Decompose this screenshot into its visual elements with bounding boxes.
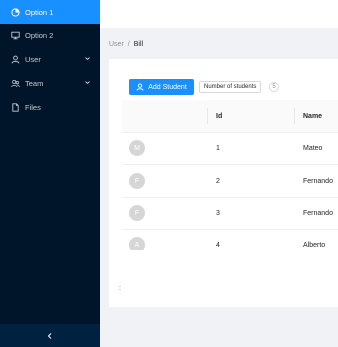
cell-id: 1 — [216, 144, 220, 152]
cell-name: Alberto — [303, 241, 326, 249]
sidebar-item-label: Team — [25, 78, 44, 88]
header — [100, 0, 338, 28]
table-row[interactable]: F 2 Fernando — [122, 165, 338, 198]
table-row[interactable]: A 4 Alberto — [122, 229, 338, 250]
sidebar-collapse-trigger[interactable] — [0, 324, 100, 347]
sidebar-item-team[interactable]: Team — [0, 71, 100, 95]
sidebar-item-label: Option 1 — [25, 7, 54, 17]
sidebar: Option 1 Option 2 User Team Files — [0, 0, 100, 347]
sidebar-item-option-2[interactable]: Option 2 — [0, 23, 100, 47]
cell-name: Mateo — [303, 144, 323, 152]
number-of-students-tag: Number of students — [199, 81, 262, 93]
breadcrumb: User / Bill — [109, 41, 143, 48]
column-divider — [207, 108, 208, 124]
desktop-icon — [11, 31, 20, 40]
chevron-down-icon — [84, 55, 91, 62]
team-icon — [11, 79, 20, 88]
cell-name: Fernando — [303, 209, 333, 217]
avatar: F — [129, 205, 145, 221]
column-divider — [294, 108, 295, 124]
file-icon — [11, 102, 20, 112]
avatar: A — [129, 237, 145, 250]
avatar: M — [129, 140, 145, 156]
table-header: Id Name — [122, 100, 338, 133]
add-student-button[interactable]: Add Student — [129, 79, 194, 95]
sidebar-item-label: Files — [25, 102, 41, 112]
breadcrumb-item-user[interactable]: User — [109, 41, 124, 48]
sidebar-item-user[interactable]: User — [0, 47, 100, 71]
sidebar-item-option-1[interactable]: Option 1 — [0, 0, 100, 24]
cell-id: 3 — [216, 209, 220, 217]
user-icon — [136, 83, 144, 91]
pie-chart-icon — [11, 7, 20, 17]
column-header-name: Name — [303, 112, 323, 120]
avatar: F — [129, 173, 145, 189]
table-row[interactable]: M 1 Mateo — [122, 132, 338, 165]
pagination-placeholder: : — [119, 285, 121, 292]
breadcrumb-item-bill: Bill — [133, 41, 144, 48]
add-student-label: Add Student — [148, 83, 187, 91]
cell-id: 4 — [216, 241, 220, 249]
column-header-id: Id — [216, 112, 223, 120]
sidebar-item-label: Option 2 — [25, 30, 54, 40]
sidebar-item-label: User — [25, 54, 41, 64]
chevron-down-icon — [84, 79, 91, 86]
user-icon — [11, 55, 20, 64]
sidebar-item-files[interactable]: Files — [0, 95, 100, 119]
student-count-badge: 5 — [269, 82, 279, 92]
students-table: Id Name M 1 Mateo F 2 Fernando F 3 Ferna… — [122, 100, 338, 250]
cell-id: 2 — [216, 177, 220, 185]
cell-name: Fernando — [303, 177, 333, 185]
breadcrumb-separator: / — [127, 41, 130, 48]
chevron-left-icon — [46, 332, 54, 340]
table-row[interactable]: F 3 Fernando — [122, 197, 338, 230]
